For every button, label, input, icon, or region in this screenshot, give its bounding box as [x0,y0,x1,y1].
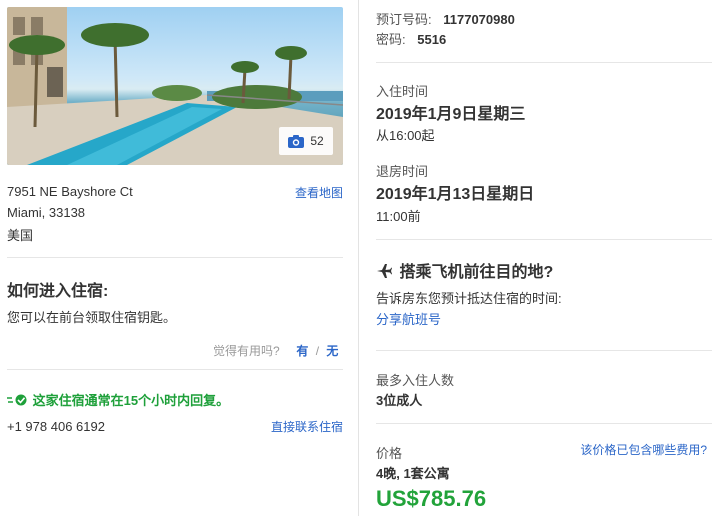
reservation-details: 预订号码: 1177070980 密码: 5516 入住时间 2019年1月9日… [376,0,712,516]
address-country: 美国 [7,228,34,243]
slash-separator: / [315,344,320,358]
price-amount: US$785.76 [376,486,487,511]
checkin-time: 从16:00起 [376,128,435,143]
checkout-time: 11:00前 [376,209,421,224]
booking-ref-value: 1177070980 [443,12,515,27]
airplane-icon [377,264,392,278]
helpful-feedback: 觉得有用吗? 有 / 无 [213,342,338,359]
camera-icon [288,134,305,148]
property-photo[interactable]: 52 [7,7,343,165]
property-panel: 52 7951 NE Bayshore Ct 查看地图 Miami, 33138… [0,0,350,516]
checkin-label: 入住时间 [376,84,429,99]
flight-title: 搭乘飞机前往目的地? [376,258,553,282]
flight-title-text: 搭乘飞机前往目的地? [399,264,554,281]
price-summary: 4晚, 1套公寓 [376,466,450,481]
booking-ref-label: 预订号码: [376,12,432,27]
divider [376,62,712,63]
response-note-text: 这家住宿通常在15个小时内回复。 [32,393,230,408]
divider [376,350,712,351]
address-line2: Miami, 33138 [7,205,86,220]
photo-count: 52 [310,134,324,148]
address-line1: 7951 NE Bayshore Ct [7,184,133,199]
max-guests-value: 3位成人 [376,393,423,408]
divider [7,369,343,370]
helpful-prompt: 觉得有用吗? [213,344,280,358]
price-fees-link[interactable]: 该价格已包含哪些费用? [580,441,707,458]
booking-pin-label: 密码: [376,32,406,47]
photo-count-button[interactable]: 52 [279,127,333,155]
checkin-date: 2019年1月9日星期三 [376,106,526,123]
price-label: 价格 [376,446,403,461]
booking-ref: 预订号码: 1177070980 [376,9,515,28]
helpful-no-button[interactable]: 无 [326,344,338,358]
fast-response-icon [7,394,27,406]
host-phone: +1 978 406 6192 [7,419,105,434]
divider [7,257,343,258]
view-map-link[interactable]: 查看地图 [295,184,343,201]
divider [376,239,712,240]
flight-desc: 告诉房东您预计抵达住宿的时间: [376,291,562,306]
share-flight-link[interactable]: 分享航班号 [376,309,441,328]
booking-pin: 密码: 5516 [376,29,446,48]
checkout-date: 2019年1月13日星期日 [376,186,535,203]
checkin-instructions-body: 您可以在前台领取住宿钥匙。 [7,310,177,325]
column-divider [358,0,359,516]
helpful-yes-button[interactable]: 有 [296,344,308,358]
contact-property-link[interactable]: 直接联系住宿 [271,418,343,435]
divider [376,423,712,424]
max-guests-label: 最多入住人数 [376,373,455,388]
booking-pin-value: 5516 [417,32,447,47]
checkout-label: 退房时间 [376,164,429,179]
response-note: 这家住宿通常在15个小时内回复。 [7,390,229,409]
checkin-instructions-title: 如何进入住宿: [7,283,109,300]
